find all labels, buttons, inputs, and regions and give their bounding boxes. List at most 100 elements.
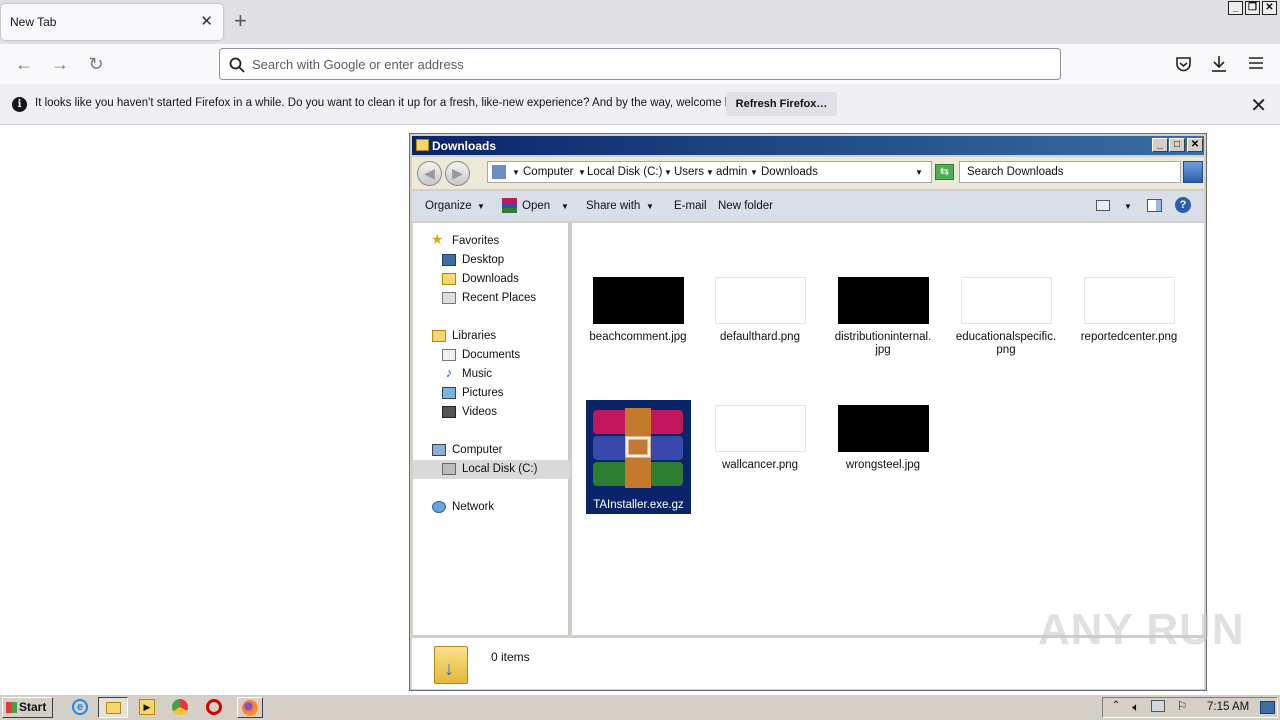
nav-network[interactable]: Network <box>452 501 494 513</box>
file-list: beachcomment.jpg defaulthard.png distrib… <box>572 223 1204 635</box>
nav-local-disk-row[interactable]: Local Disk (C:) <box>413 460 570 479</box>
forward-icon[interactable]: ▶ <box>445 161 470 186</box>
chevron-down-icon[interactable]: ▼ <box>561 202 569 211</box>
file-item[interactable]: educationalspecific. png <box>954 277 1058 357</box>
reload-icon[interactable]: ↻ <box>83 52 109 76</box>
notification-message: It looks like you haven't started Firefo… <box>35 97 753 109</box>
search-icon[interactable] <box>1183 161 1203 183</box>
watermark-logo: ANY RUN <box>1038 605 1245 654</box>
explorer-taskbar-button[interactable] <box>98 697 128 718</box>
share-with-button[interactable]: Share with <box>586 200 640 212</box>
pocket-icon[interactable] <box>1175 56 1192 72</box>
restore-window-icon[interactable]: ❐ <box>1245 1 1260 15</box>
forward-arrow-icon[interactable]: → <box>47 52 73 76</box>
explorer-title-bar[interactable]: Downloads _ □ ✕ <box>412 136 1204 155</box>
clock[interactable]: 7:15 AM <box>1207 701 1249 713</box>
windows-logo-icon <box>6 702 17 713</box>
file-item[interactable]: wrongsteel.jpg <box>831 405 935 475</box>
videos-icon <box>442 406 456 418</box>
start-button[interactable]: Start <box>2 697 53 718</box>
breadcrumb-users[interactable]: Users <box>674 166 704 178</box>
nav-pictures[interactable]: Pictures <box>462 387 504 399</box>
tab-new-tab[interactable]: New Tab ✕ <box>1 4 223 40</box>
chevron-down-icon: ▼ <box>477 202 485 211</box>
minimize-icon[interactable]: _ <box>1152 138 1168 152</box>
volume-icon[interactable]: 🔈︎ <box>1129 700 1143 714</box>
downloads-icon[interactable] <box>1211 55 1227 73</box>
download-arrow-icon: ↓ <box>444 658 454 680</box>
address-bar[interactable]: Search with Google or enter address <box>219 48 1061 80</box>
nav-music[interactable]: Music <box>462 368 492 380</box>
chevron-down-icon: ▼ <box>578 168 586 177</box>
back-icon[interactable]: ◀ <box>417 161 442 186</box>
close-tab-icon[interactable]: ✕ <box>200 12 213 30</box>
breadcrumb-admin[interactable]: admin <box>716 166 747 178</box>
item-count: 0 items <box>491 650 530 664</box>
address-toolbar: ◀ ▶ ▼ Computer ▼ Local Disk (C:) ▼ Users… <box>412 157 1204 189</box>
system-tray: ⌃ 🔈︎ ⚐ 7:15 AM <box>1102 697 1278 718</box>
file-item[interactable]: reportedcenter.png <box>1077 277 1181 347</box>
open-button[interactable]: Open <box>522 200 550 212</box>
refresh-icon[interactable]: ⇆ <box>935 164 954 180</box>
new-tab-plus-icon[interactable]: + <box>234 9 247 33</box>
recent-places-icon <box>442 292 456 304</box>
image-thumbnail <box>838 277 929 324</box>
view-icon[interactable] <box>1096 200 1110 211</box>
chrome-icon[interactable] <box>172 699 188 715</box>
address-placeholder: Search with Google or enter address <box>252 57 464 72</box>
file-name: wrongsteel.jpg <box>845 459 921 471</box>
taskbar: Start e ▶ ⌃ 🔈︎ ⚐ 7:15 AM <box>0 694 1280 720</box>
chevron-down-icon: ▼ <box>706 168 714 177</box>
breadcrumb[interactable]: ▼ Computer ▼ Local Disk (C:) ▼ Users ▼ a… <box>487 161 932 183</box>
firefox-taskbar-button[interactable] <box>237 697 263 718</box>
documents-icon <box>442 349 456 361</box>
help-icon[interactable]: ? <box>1175 197 1191 213</box>
nav-favorites[interactable]: Favorites <box>452 235 499 247</box>
notification-bar: i It looks like you haven't started Fire… <box>0 84 1280 125</box>
file-item[interactable]: wallcancer.png <box>708 405 812 475</box>
email-button[interactable]: E-mail <box>674 200 707 212</box>
nav-local-disk[interactable]: Local Disk (C:) <box>462 463 537 475</box>
breadcrumb-downloads[interactable]: Downloads <box>761 166 818 178</box>
media-player-icon[interactable]: ▶ <box>139 699 155 715</box>
opera-icon[interactable] <box>206 699 222 715</box>
nav-libraries[interactable]: Libraries <box>452 330 496 342</box>
refresh-firefox-button[interactable]: Refresh Firefox… <box>726 92 837 116</box>
chevron-down-icon[interactable]: ▼ <box>915 168 923 177</box>
hamburger-menu-icon[interactable] <box>1249 57 1263 69</box>
new-folder-button[interactable]: New folder <box>718 200 773 212</box>
action-center-flag-icon[interactable]: ⚐ <box>1175 699 1189 713</box>
close-window-icon[interactable]: ✕ <box>1262 1 1277 15</box>
nav-recent-places[interactable]: Recent Places <box>462 292 536 304</box>
chevron-down-icon[interactable]: ▼ <box>1124 202 1132 211</box>
nav-videos[interactable]: Videos <box>462 406 497 418</box>
close-notification-icon[interactable]: ✕ <box>1250 93 1267 118</box>
file-item[interactable]: beachcomment.jpg <box>586 277 690 347</box>
breadcrumb-local-disk[interactable]: Local Disk (C:) <box>587 166 662 178</box>
search-downloads-input[interactable]: Search Downloads <box>959 161 1181 183</box>
start-label: Start <box>19 700 47 714</box>
file-name: wallcancer.png <box>721 459 799 471</box>
file-name-ext: png <box>996 344 1016 356</box>
file-item[interactable]: defaulthard.png <box>708 277 812 347</box>
organize-button[interactable]: Organize <box>425 200 472 212</box>
file-name-ext: jpg <box>875 344 891 356</box>
nav-downloads[interactable]: Downloads <box>462 273 519 285</box>
folder-icon <box>106 702 121 714</box>
maximize-icon[interactable]: □ <box>1169 138 1185 152</box>
file-item-selected[interactable]: TAInstaller.exe.gz <box>586 400 691 514</box>
minimize-window-icon[interactable]: _ <box>1228 1 1243 15</box>
preview-pane-icon[interactable] <box>1147 199 1162 212</box>
breadcrumb-computer[interactable]: Computer <box>523 166 574 178</box>
file-item[interactable]: distributioninternal. jpg <box>831 277 935 357</box>
nav-desktop[interactable]: Desktop <box>462 254 504 266</box>
internet-explorer-icon[interactable]: e <box>72 699 88 715</box>
network-tray-icon[interactable] <box>1151 700 1165 712</box>
nav-documents[interactable]: Documents <box>462 349 520 361</box>
image-thumbnail <box>715 405 806 452</box>
show-hidden-icons-icon[interactable]: ⌃ <box>1109 700 1123 714</box>
close-icon[interactable]: ✕ <box>1187 138 1203 152</box>
back-arrow-icon[interactable]: ← <box>11 52 37 76</box>
show-desktop-icon[interactable] <box>1260 701 1275 714</box>
nav-computer[interactable]: Computer <box>452 444 503 456</box>
